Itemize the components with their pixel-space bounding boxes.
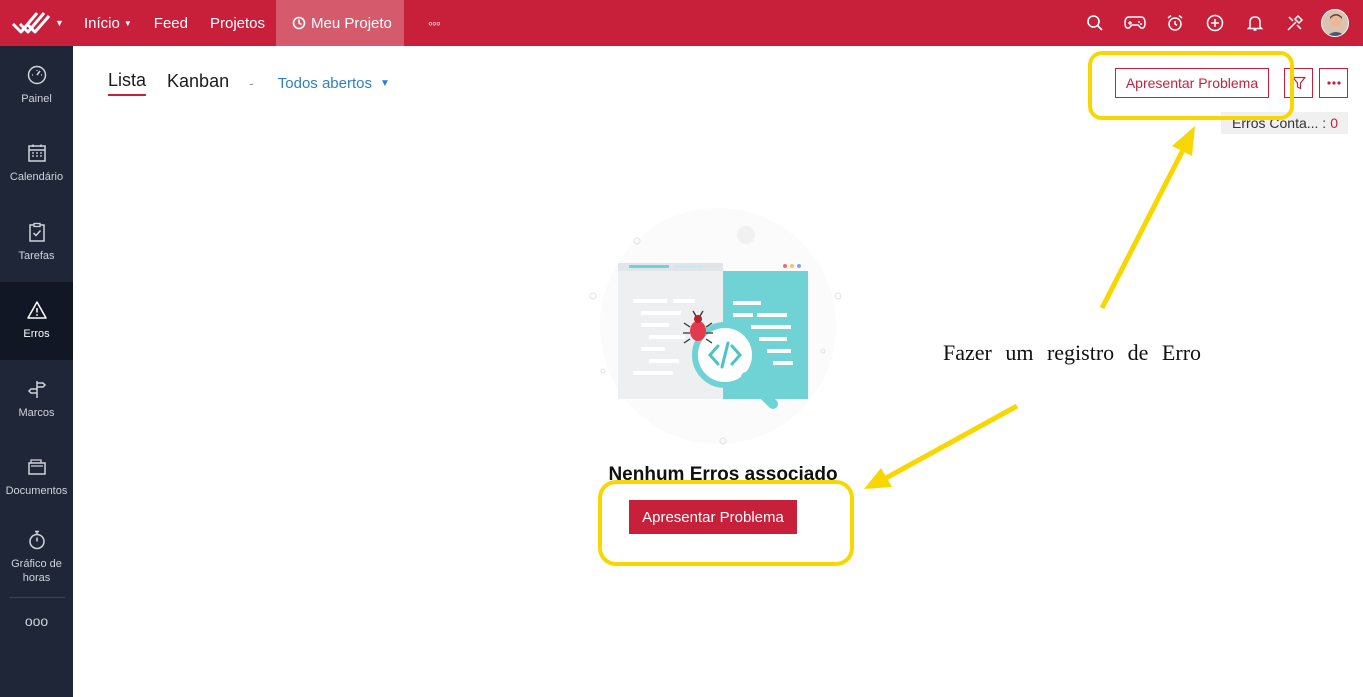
gamepad-icon[interactable] [1115,0,1155,46]
calendar-icon [27,144,46,162]
top-nav: Início ▼ Feed Projetos Meu Projeto ◦◦◦ [73,0,464,46]
nav-feed-label: Feed [153,14,188,32]
avatar[interactable] [1321,9,1349,37]
highlight-empty-button [598,480,854,566]
project-icon [292,16,306,30]
sidebar-item-calendario[interactable]: Calendário [0,125,73,204]
nav-inicio[interactable]: Início ▼ [73,0,143,46]
more-options-button[interactable] [1319,68,1348,98]
sidebar-item-label: Tarefas [18,249,55,262]
nav-meu-projeto-label: Meu Projeto [311,14,392,32]
sidebar-item-documentos[interactable]: Documentos [0,439,73,518]
sidebar-item-erros[interactable]: Erros [0,281,73,360]
sidebar-item-tarefas[interactable]: Tarefas [0,203,73,282]
main-content: Lista Kanban - Todos abertos ▼ Apresenta… [73,46,1363,697]
top-icons [1075,0,1363,46]
dashboard-icon [27,65,46,84]
tab-lista[interactable]: Lista [108,70,147,96]
tab-kanban[interactable]: Kanban [167,71,229,95]
tab-separator: - [249,75,254,91]
sidebar-item-label: Erros [23,328,50,341]
sidebar-item-label: Painel [21,92,52,105]
top-bar: ▼ Início ▼ Feed Projetos Meu Projeto ◦◦◦ [0,0,1363,46]
filter-dropdown-label: Todos abertos [277,74,372,92]
sidebar-item-marcos[interactable]: Marcos [0,360,73,439]
sidebar-item-label: Calendário [9,171,64,184]
chevron-down-icon: ▼ [380,77,390,89]
nav-projetos-label: Projetos [209,14,266,32]
sidebar-more-icon[interactable]: ooo [0,598,73,644]
chevron-down-icon: ▼ [55,18,64,28]
nav-meu-projeto[interactable]: Meu Projeto [276,0,404,46]
ellipsis-icon [1326,81,1341,85]
nav-feed[interactable]: Feed [143,0,199,46]
chevron-down-icon: ▼ [123,18,132,28]
signpost-icon [27,380,46,398]
bell-icon[interactable] [1235,0,1275,46]
alarm-icon[interactable] [1155,0,1195,46]
sidebar: Painel Calendário Tarefas Erros Marcos D… [0,46,73,697]
sidebar-item-label: Marcos [18,406,55,419]
search-icon[interactable] [1075,0,1115,46]
nav-projetos[interactable]: Projetos [199,0,276,46]
checkmarks-logo-icon [11,12,51,34]
sidebar-item-label: Gráfico de horas [11,557,62,584]
more-menu-icon[interactable]: ◦◦◦ [404,15,464,31]
stopwatch-icon [28,530,45,549]
warning-icon [26,301,47,319]
sidebar-item-grafico-de-horas[interactable]: Gráfico de horas [0,517,73,597]
nav-inicio-label: Início [84,14,120,32]
filter-dropdown[interactable]: Todos abertos ▼ [278,75,390,92]
sidebar-item-label: Documentos [5,485,68,498]
highlight-top-button [1088,51,1294,120]
clipboard-check-icon [28,222,45,242]
tools-icon[interactable] [1275,0,1315,46]
view-tabs: Lista Kanban - Todos abertos ▼ [108,70,390,96]
sidebar-item-painel[interactable]: Painel [0,46,73,125]
bug-search-illustration [589,208,842,445]
app-logo[interactable]: ▼ [0,0,73,46]
folder-icon [27,459,46,475]
user-photo-icon [1322,10,1348,36]
annotation-text: Fazer um registro de Erro [943,340,1202,365]
issue-count-value: 0 [1330,115,1338,131]
plus-circle-icon[interactable] [1195,0,1235,46]
